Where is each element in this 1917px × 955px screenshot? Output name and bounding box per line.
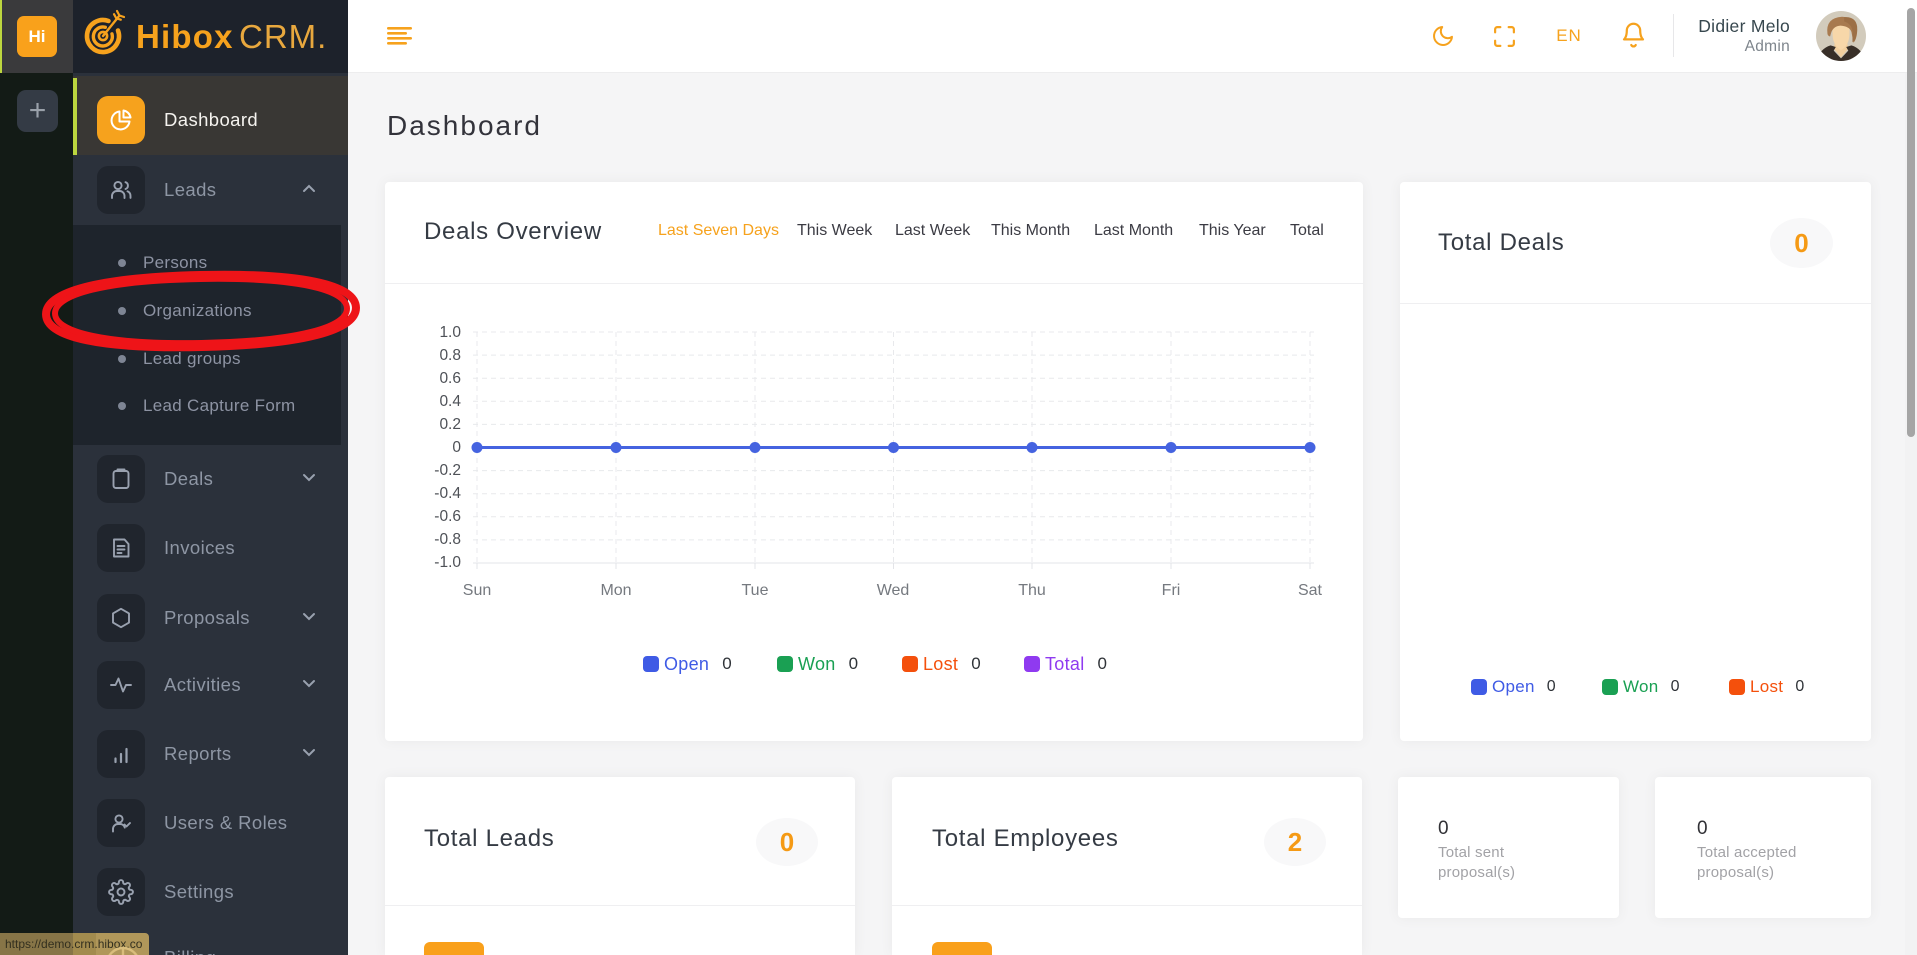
svg-text:0: 0 xyxy=(452,439,461,456)
svg-text:0.6: 0.6 xyxy=(439,370,461,387)
svg-text:Tue: Tue xyxy=(742,582,769,599)
svg-text:0.2: 0.2 xyxy=(439,416,461,433)
svg-text:Mon: Mon xyxy=(600,582,631,599)
svg-text:-0.8: -0.8 xyxy=(434,531,461,548)
svg-text:0.4: 0.4 xyxy=(439,393,461,410)
svg-text:Sat: Sat xyxy=(1298,582,1323,599)
svg-text:0.8: 0.8 xyxy=(439,347,461,364)
svg-text:Hibox: Hibox xyxy=(136,18,234,55)
svg-text:CRM.: CRM. xyxy=(239,18,327,55)
svg-text:1.0: 1.0 xyxy=(439,324,461,341)
svg-text:Thu: Thu xyxy=(1018,582,1046,599)
svg-text:-0.6: -0.6 xyxy=(434,508,461,525)
svg-text:-0.4: -0.4 xyxy=(434,485,461,502)
svg-text:Wed: Wed xyxy=(877,582,910,599)
svg-text:-0.2: -0.2 xyxy=(434,462,461,479)
svg-text:Sun: Sun xyxy=(463,582,491,599)
svg-text:-1.0: -1.0 xyxy=(434,554,461,571)
svg-text:Fri: Fri xyxy=(1162,582,1181,599)
